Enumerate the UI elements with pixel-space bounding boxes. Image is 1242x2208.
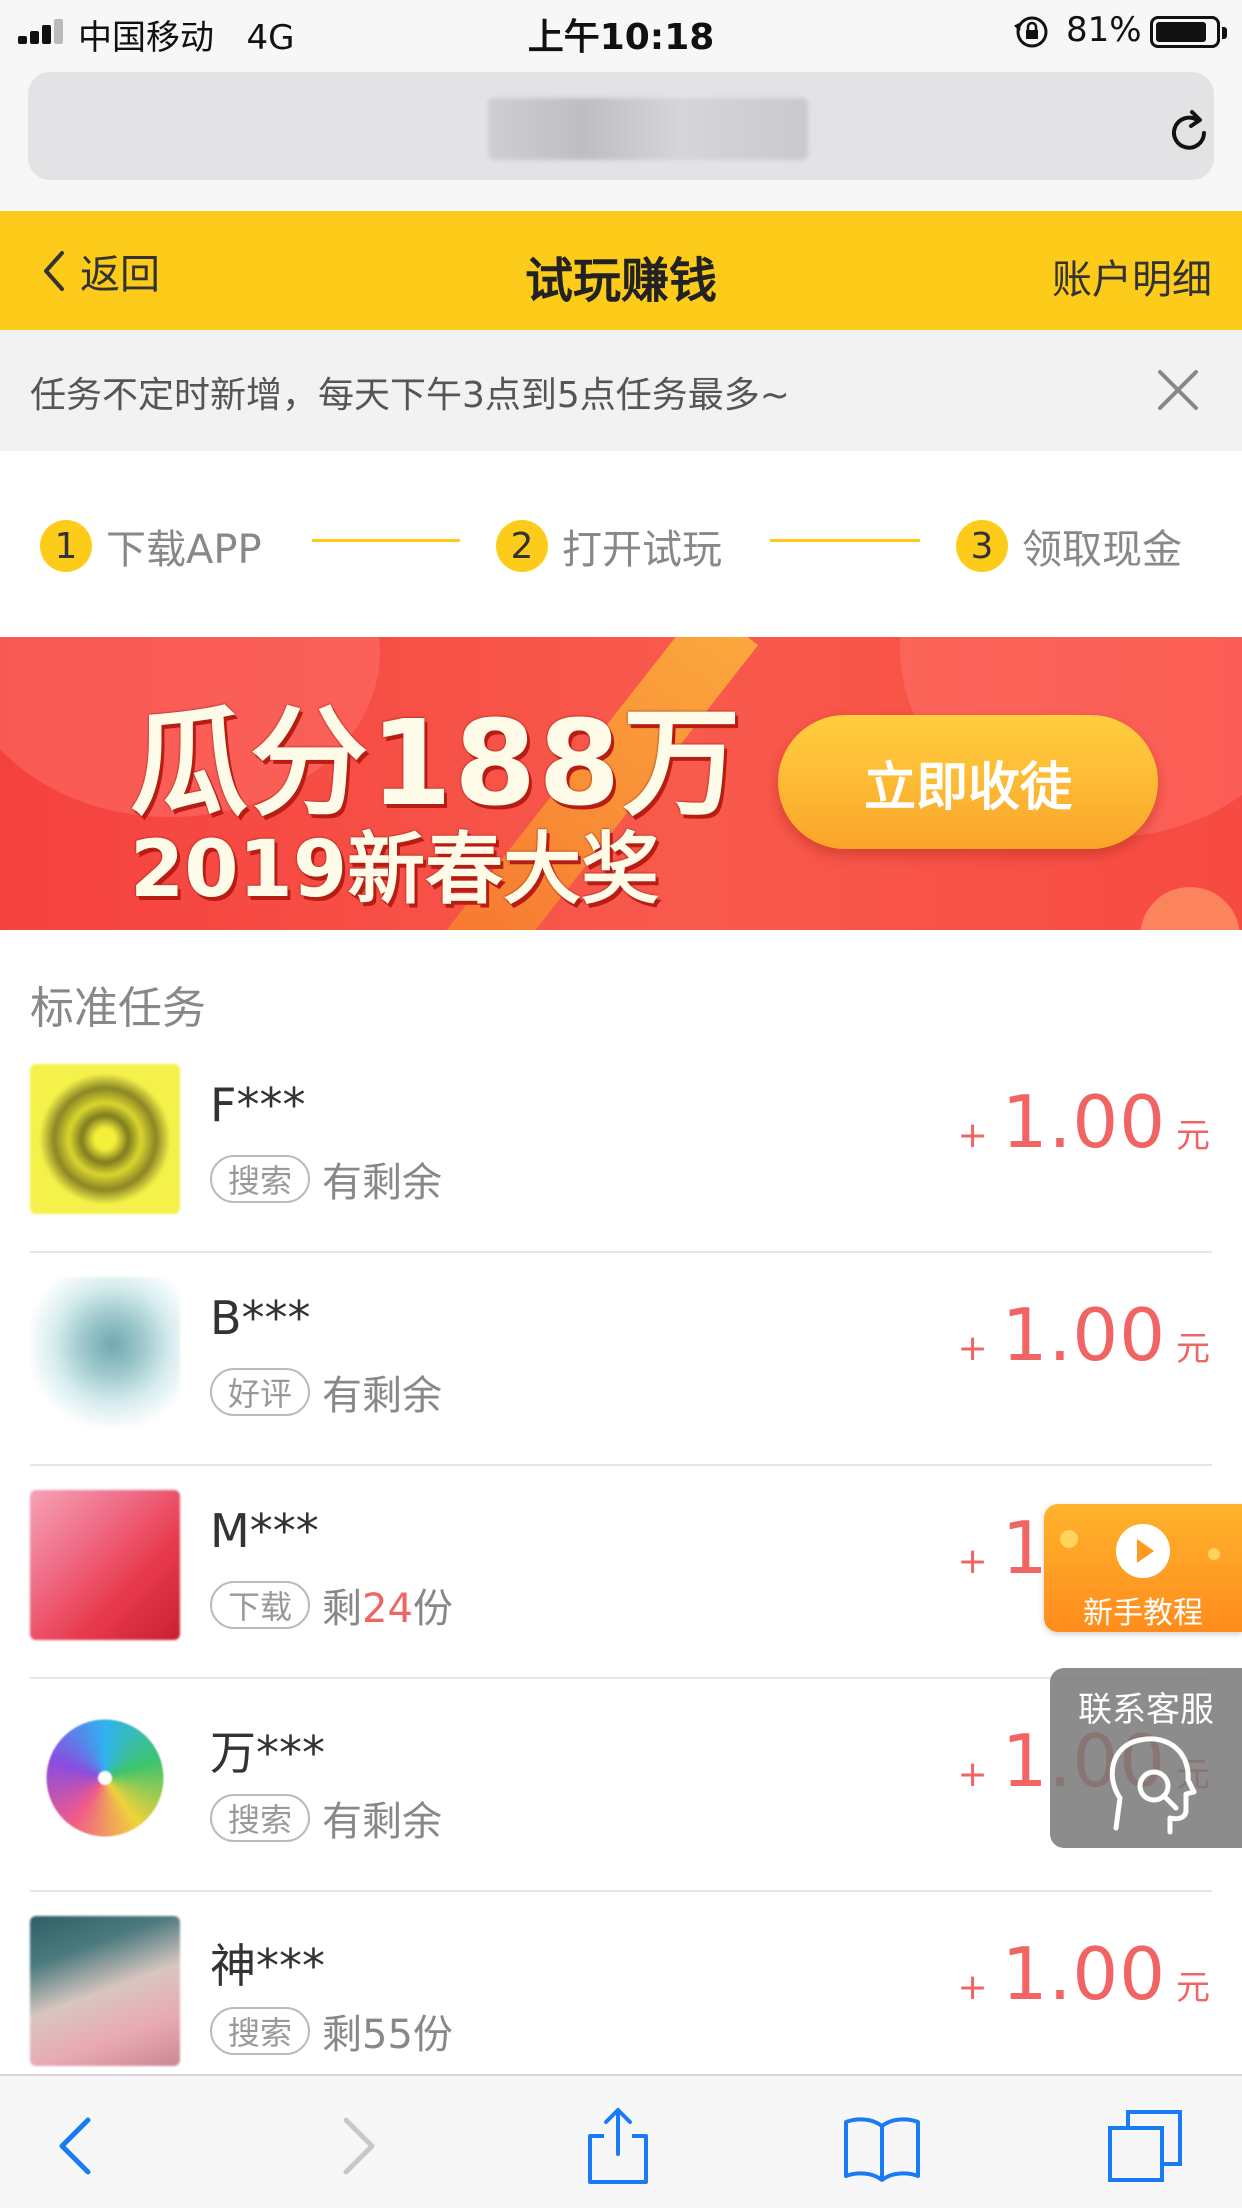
- orientation-lock-icon: [1014, 16, 1048, 48]
- app-icon: [30, 1277, 180, 1427]
- task-status: 有剩余: [322, 1160, 443, 1206]
- blurred-url: [488, 98, 808, 160]
- task-status: 剩24份: [322, 1586, 453, 1632]
- customer-service-button[interactable]: 联系客服: [1050, 1668, 1242, 1848]
- app-icon: [30, 1064, 180, 1214]
- bookmarks-icon[interactable]: [842, 2106, 922, 2186]
- tabs-icon[interactable]: [1106, 2106, 1186, 2186]
- battery-percent: 81%: [1066, 10, 1142, 50]
- step-connector: [312, 539, 460, 542]
- reward-unit: 元: [1176, 1329, 1210, 1369]
- task-item[interactable]: F*** 搜索 有剩余 + 1.00 元: [0, 1040, 1242, 1253]
- task-name: 神***: [210, 1939, 325, 1993]
- address-bar[interactable]: [28, 72, 1214, 180]
- reward-unit: 元: [1176, 1968, 1210, 2008]
- customer-service-icon: [1109, 1736, 1197, 1835]
- step-number: 3: [956, 520, 1008, 572]
- step-label: 领取现金: [1022, 527, 1182, 573]
- app-header: 返回 试玩赚钱 账户明细: [0, 211, 1242, 330]
- reward-amount: 1.00: [1001, 1932, 1166, 2016]
- task-type-tag: 搜索: [210, 1794, 311, 1842]
- step-label: 下载APP: [106, 527, 262, 573]
- recruit-now-button[interactable]: 立即收徒: [778, 715, 1158, 849]
- notice-bar: 任务不定时新增，每天下午3点到5点任务最多~: [0, 330, 1242, 451]
- step-number: 1: [40, 520, 92, 572]
- reload-icon[interactable]: [1164, 108, 1214, 158]
- app-icon: [30, 1490, 180, 1640]
- section-title: 标准任务: [30, 983, 206, 1034]
- step-2: 2 打开试玩: [496, 517, 722, 575]
- reward-unit: 元: [1176, 1116, 1210, 1156]
- account-details-link[interactable]: 账户明细: [1052, 247, 1212, 305]
- banner-subtitle: 2019新春大奖: [130, 825, 660, 915]
- back-icon[interactable]: [38, 2106, 118, 2186]
- task-status: 剩55份: [322, 2012, 453, 2058]
- share-icon[interactable]: [578, 2106, 658, 2186]
- task-item[interactable]: B*** 好评 有剩余 + 1.00 元: [0, 1253, 1242, 1466]
- step-number: 2: [496, 520, 548, 572]
- step-1: 1 下载APP: [40, 517, 262, 575]
- task-reward: + 1.00 元: [957, 1932, 1210, 2016]
- close-icon[interactable]: [1154, 366, 1202, 414]
- task-type-tag: 下载: [210, 1581, 311, 1629]
- step-connector: [770, 539, 920, 542]
- task-status: 有剩余: [322, 1373, 443, 1419]
- browser-address-area: [0, 64, 1242, 211]
- step-label: 打开试玩: [562, 527, 722, 573]
- reward-amount: 1.00: [1001, 1293, 1166, 1377]
- app-icon: [46, 1719, 164, 1837]
- forward-icon[interactable]: [316, 2106, 396, 2186]
- reward-amount: 1.00: [1001, 1080, 1166, 1164]
- task-type-tag: 搜索: [210, 2007, 311, 2055]
- beginner-tutorial-button[interactable]: 新手教程: [1044, 1504, 1242, 1632]
- task-name: F***: [210, 1078, 306, 1132]
- task-name: B***: [210, 1291, 311, 1345]
- task-type-tag: 好评: [210, 1368, 311, 1416]
- status-bar: 中国移动 4G 上午10:18 81%: [0, 0, 1242, 64]
- promo-banner[interactable]: 瓜分188万 2019新春大奖 立即收徒: [0, 637, 1242, 930]
- step-3: 3 领取现金: [956, 517, 1182, 575]
- status-time: 上午10:18: [527, 17, 715, 58]
- tutorial-label: 新手教程: [1083, 1596, 1203, 1631]
- task-name: 万***: [210, 1726, 325, 1780]
- task-reward: + 1.00 元: [957, 1293, 1210, 1377]
- play-icon: [1116, 1524, 1170, 1578]
- task-type-tag: 搜索: [210, 1155, 311, 1203]
- remaining-count: 24: [362, 1586, 413, 1632]
- app-icon: [30, 1916, 180, 2066]
- battery-icon: [1150, 16, 1227, 48]
- task-reward: + 1.00 元: [957, 1080, 1210, 1164]
- browser-toolbar: [0, 2074, 1242, 2208]
- steps-bar: 1 下载APP 2 打开试玩 3 领取现金: [0, 451, 1242, 637]
- task-status: 有剩余: [322, 1799, 443, 1845]
- task-name: M***: [210, 1504, 319, 1558]
- service-label: 联系客服: [1078, 1690, 1214, 1730]
- notice-text: 任务不定时新增，每天下午3点到5点任务最多~: [30, 375, 790, 416]
